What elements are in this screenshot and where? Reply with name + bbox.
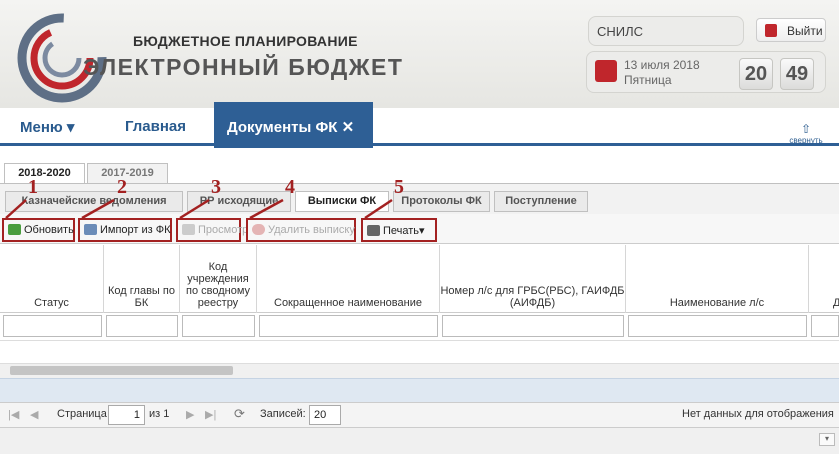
page-label: Страница [57, 408, 107, 420]
menu-button[interactable]: Меню ▾ [20, 118, 74, 136]
scroll-down-icon[interactable]: ▾ [819, 433, 835, 446]
empty-message: Нет данных для отображения [682, 408, 834, 420]
current-date: 13 июля 2018 [624, 58, 700, 72]
first-page-icon[interactable]: |◀ [8, 408, 19, 421]
grid-lower-area [0, 378, 839, 402]
collapse-label: свернуть [789, 136, 823, 145]
calendar-icon [595, 60, 617, 82]
logout-button[interactable]: Выйти [756, 18, 826, 42]
tab-label: Документы ФК [227, 119, 338, 136]
filter-status[interactable] [3, 315, 102, 337]
current-weekday: Пятница [624, 73, 672, 87]
tab-year-2017[interactable]: 2017-2019 [87, 163, 168, 184]
main-nav: Меню ▾ Главная [0, 108, 839, 146]
close-icon[interactable]: ✕ [342, 119, 355, 136]
last-page-icon[interactable]: ▶| [205, 408, 216, 421]
col-kod-uchr[interactable]: Код учреждения по сводному реестру [180, 245, 257, 313]
filter-more[interactable] [811, 315, 839, 337]
tab-documents-fk[interactable]: Документы ФК ✕ [214, 102, 373, 148]
page-count: из 1 [149, 408, 170, 420]
next-page-icon[interactable]: ▶ [186, 408, 194, 421]
filter-kod-glavy[interactable] [106, 315, 178, 337]
col-nomer-ls[interactable]: Номер л/с для ГРБС(РБС), ГАИФДБ (АИФДБ) [440, 245, 626, 313]
tab-postuplenie[interactable]: Поступление [494, 191, 588, 212]
header: БЮДЖЕТНОЕ ПЛАНИРОВАНИЕ ЭЛЕКТРОННЫЙ БЮДЖЕ… [0, 0, 839, 108]
snils-input[interactable]: СНИЛС [588, 16, 744, 46]
records-input[interactable]: 20 [309, 405, 341, 425]
page-input[interactable]: 1 [108, 405, 145, 425]
chevron-down-icon: ▾ [66, 119, 75, 136]
collapse-button[interactable]: ⇧ свернуть [783, 122, 829, 145]
scrollbar-thumb[interactable] [10, 366, 233, 375]
filter-kod-uchr[interactable] [182, 315, 255, 337]
col-more[interactable]: Д [809, 245, 839, 313]
home-tab[interactable]: Главная [125, 118, 186, 135]
annotation-arrows [5, 198, 393, 220]
filter-naim-ls[interactable] [628, 315, 807, 337]
date-panel: 13 июля 2018 Пятница 20 49 [586, 51, 826, 93]
prev-page-icon[interactable]: ◀ [30, 408, 38, 421]
exit-icon [765, 24, 777, 37]
col-kod-glavy[interactable]: Код главы по БК [104, 245, 180, 313]
menu-label: Меню [20, 119, 63, 136]
collapse-icon: ⇧ [800, 122, 812, 136]
clock-minutes: 49 [780, 58, 814, 90]
logout-label: Выйти [787, 24, 823, 38]
reload-icon[interactable]: ⟳ [234, 406, 245, 422]
records-label: Записей: [260, 408, 306, 420]
grid-body [0, 340, 839, 364]
col-sokr[interactable]: Сокращенное наименование [257, 245, 440, 313]
clock-hours: 20 [739, 58, 773, 90]
col-naim-ls[interactable]: Наименование л/с [626, 245, 809, 313]
filter-sokr[interactable] [259, 315, 438, 337]
tab-year-2018[interactable]: 2018-2020 [4, 163, 85, 184]
filter-nomer-ls[interactable] [442, 315, 624, 337]
app-title: ЭЛЕКТРОННЫЙ БЮДЖЕТ [83, 54, 404, 80]
footer [0, 428, 839, 454]
app-subtitle: БЮДЖЕТНОЕ ПЛАНИРОВАНИЕ [133, 33, 358, 49]
col-status[interactable]: Статус [0, 245, 104, 313]
